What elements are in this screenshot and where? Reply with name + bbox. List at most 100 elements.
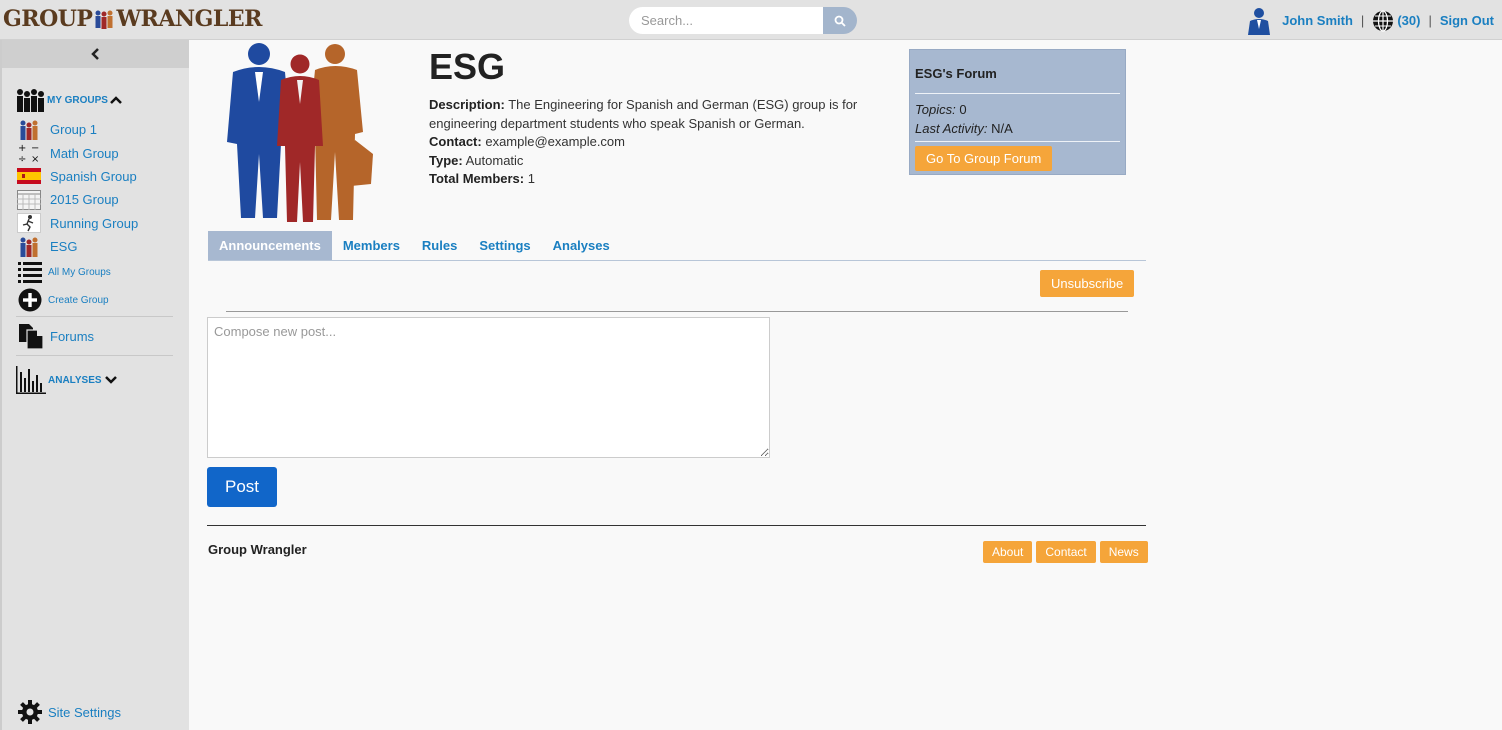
type-label: Type: <box>429 152 463 168</box>
svg-text:×: × <box>31 154 39 164</box>
tab-settings[interactable]: Settings <box>468 231 541 260</box>
divider <box>16 355 173 357</box>
separator: | <box>1360 13 1365 28</box>
top-bar: GROUP WRANGLER John Smith | <box>0 0 1502 40</box>
forum-topics: Topics: 0 <box>915 100 1120 119</box>
tab-members[interactable]: Members <box>332 231 411 260</box>
calendar-icon <box>17 189 41 210</box>
sign-out-link[interactable]: Sign Out <box>1440 13 1494 28</box>
user-name-link[interactable]: John Smith <box>1282 13 1353 28</box>
group-members: Total Members: 1 <box>429 170 889 189</box>
site-settings-label: Site Settings <box>48 704 121 720</box>
search-icon <box>834 15 846 27</box>
documents-icon <box>19 324 44 350</box>
group-people-icon <box>17 89 44 112</box>
sidebar-item-spanish-group[interactable]: Spanish Group <box>2 165 189 188</box>
sidebar-item-esg[interactable]: ESG <box>2 235 189 258</box>
forums-label: Forums <box>50 328 95 344</box>
logo-text-left: GROUP <box>3 6 93 32</box>
list-icon <box>18 262 42 284</box>
spain-flag-icon <box>17 166 41 186</box>
separator: | <box>1428 13 1432 28</box>
math-operators-icon: + − ÷ × <box>17 143 41 164</box>
chevron-left-icon <box>90 48 99 60</box>
my-groups-toggle[interactable]: MY GROUPS <box>2 86 189 114</box>
description-label: Description: <box>429 97 505 112</box>
sidebar-item-label: Running Group <box>50 215 139 231</box>
group-details: Description: The Engineering for Spanish… <box>429 96 889 189</box>
analyses-label: ANALYSES <box>48 374 102 386</box>
svg-text:÷: ÷ <box>18 154 26 164</box>
sidebar-collapse-button[interactable] <box>2 40 189 68</box>
go-to-group-forum-button[interactable]: Go To Group Forum <box>915 146 1053 171</box>
create-group-label: Create Group <box>48 294 109 306</box>
search-button[interactable] <box>823 7 857 34</box>
globe-icon[interactable] <box>1372 9 1394 32</box>
sidebar-all-my-groups[interactable]: All My Groups <box>2 258 189 286</box>
divider <box>915 93 1120 94</box>
user-menu: John Smith | (30) | Sign Out <box>1244 7 1494 35</box>
group-type: Type: Automatic <box>429 152 889 171</box>
forum-last-activity: Last Activity: N/A <box>915 119 1120 138</box>
contact-button[interactable]: Contact <box>1036 541 1096 563</box>
sidebar-create-group[interactable]: Create Group <box>2 286 189 314</box>
tab-announcements[interactable]: Announcements <box>208 231 332 260</box>
tab-analyses[interactable]: Analyses <box>542 231 621 260</box>
members-label: Total Members: <box>429 171 525 186</box>
group-tabs: Announcements Members Rules Settings Ana… <box>208 231 1146 261</box>
group-contact: Contact: example@example.com <box>429 133 889 152</box>
sidebar-item-label: Group 1 <box>50 122 97 138</box>
notification-count[interactable]: (30) <box>1397 13 1420 28</box>
runner-icon <box>17 213 41 234</box>
svg-text:+: + <box>18 143 26 154</box>
forum-panel: ESG's Forum Topics: 0 Last Activity: N/A… <box>909 49 1126 175</box>
people-icon <box>17 120 41 140</box>
search-input[interactable] <box>629 7 823 34</box>
chevron-up-icon <box>110 96 122 104</box>
logo-people-icon <box>93 8 115 30</box>
unsubscribe-button[interactable]: Unsubscribe <box>1040 270 1135 297</box>
post-button[interactable]: Post <box>207 467 277 507</box>
analyses-toggle[interactable]: ANALYSES <box>2 366 189 395</box>
footer-divider <box>207 525 1146 526</box>
sidebar-forums[interactable]: Forums <box>2 317 189 355</box>
sidebar-item-label: Math Group <box>50 145 119 161</box>
site-logo[interactable]: GROUP WRANGLER <box>3 6 262 32</box>
activity-label: Last Activity: <box>915 121 988 136</box>
forum-title: ESG's Forum <box>915 66 997 81</box>
sidebar-item-label: ESG <box>50 239 78 255</box>
search-bar <box>629 7 857 34</box>
about-button[interactable]: About <box>983 541 1033 563</box>
plus-circle-icon <box>18 288 42 312</box>
sidebar-item-running-group[interactable]: Running Group <box>2 212 189 235</box>
user-avatar-icon[interactable] <box>1244 7 1274 35</box>
gear-icon <box>18 700 42 724</box>
notifications[interactable]: (30) <box>1372 9 1420 32</box>
type-value: Automatic <box>465 152 524 168</box>
sidebar-item-group-1[interactable]: Group 1 <box>2 118 189 141</box>
topics-value: 0 <box>959 102 967 117</box>
divider <box>915 141 1120 142</box>
group-image <box>215 42 375 227</box>
bar-chart-icon <box>16 366 46 395</box>
page-title: ESG <box>429 46 506 87</box>
chevron-down-icon <box>104 376 117 385</box>
my-groups-label: MY GROUPS <box>47 94 108 106</box>
footer-links: About Contact News <box>983 541 1148 563</box>
topics-label: Topics: <box>915 102 956 117</box>
people-icon <box>17 237 41 257</box>
compose-post-textarea[interactable] <box>207 317 770 458</box>
sidebar: MY GROUPS Group 1 + − ÷ × Math Group Spa… <box>0 40 189 730</box>
members-value: 1 <box>527 171 535 186</box>
sidebar-item-label: 2015 Group <box>50 192 119 208</box>
tab-rules[interactable]: Rules <box>411 231 468 260</box>
sidebar-item-2015-group[interactable]: 2015 Group <box>2 188 189 211</box>
news-button[interactable]: News <box>1099 541 1148 563</box>
group-description: Description: The Engineering for Spanish… <box>429 96 889 133</box>
sidebar-item-math-group[interactable]: + − ÷ × Math Group <box>2 141 189 164</box>
site-settings[interactable]: Site Settings <box>18 700 121 724</box>
divider <box>226 311 1128 312</box>
logo-text-right: WRANGLER <box>116 6 262 32</box>
contact-label: Contact: <box>429 134 482 149</box>
footer-brand: Group Wrangler <box>208 542 307 557</box>
